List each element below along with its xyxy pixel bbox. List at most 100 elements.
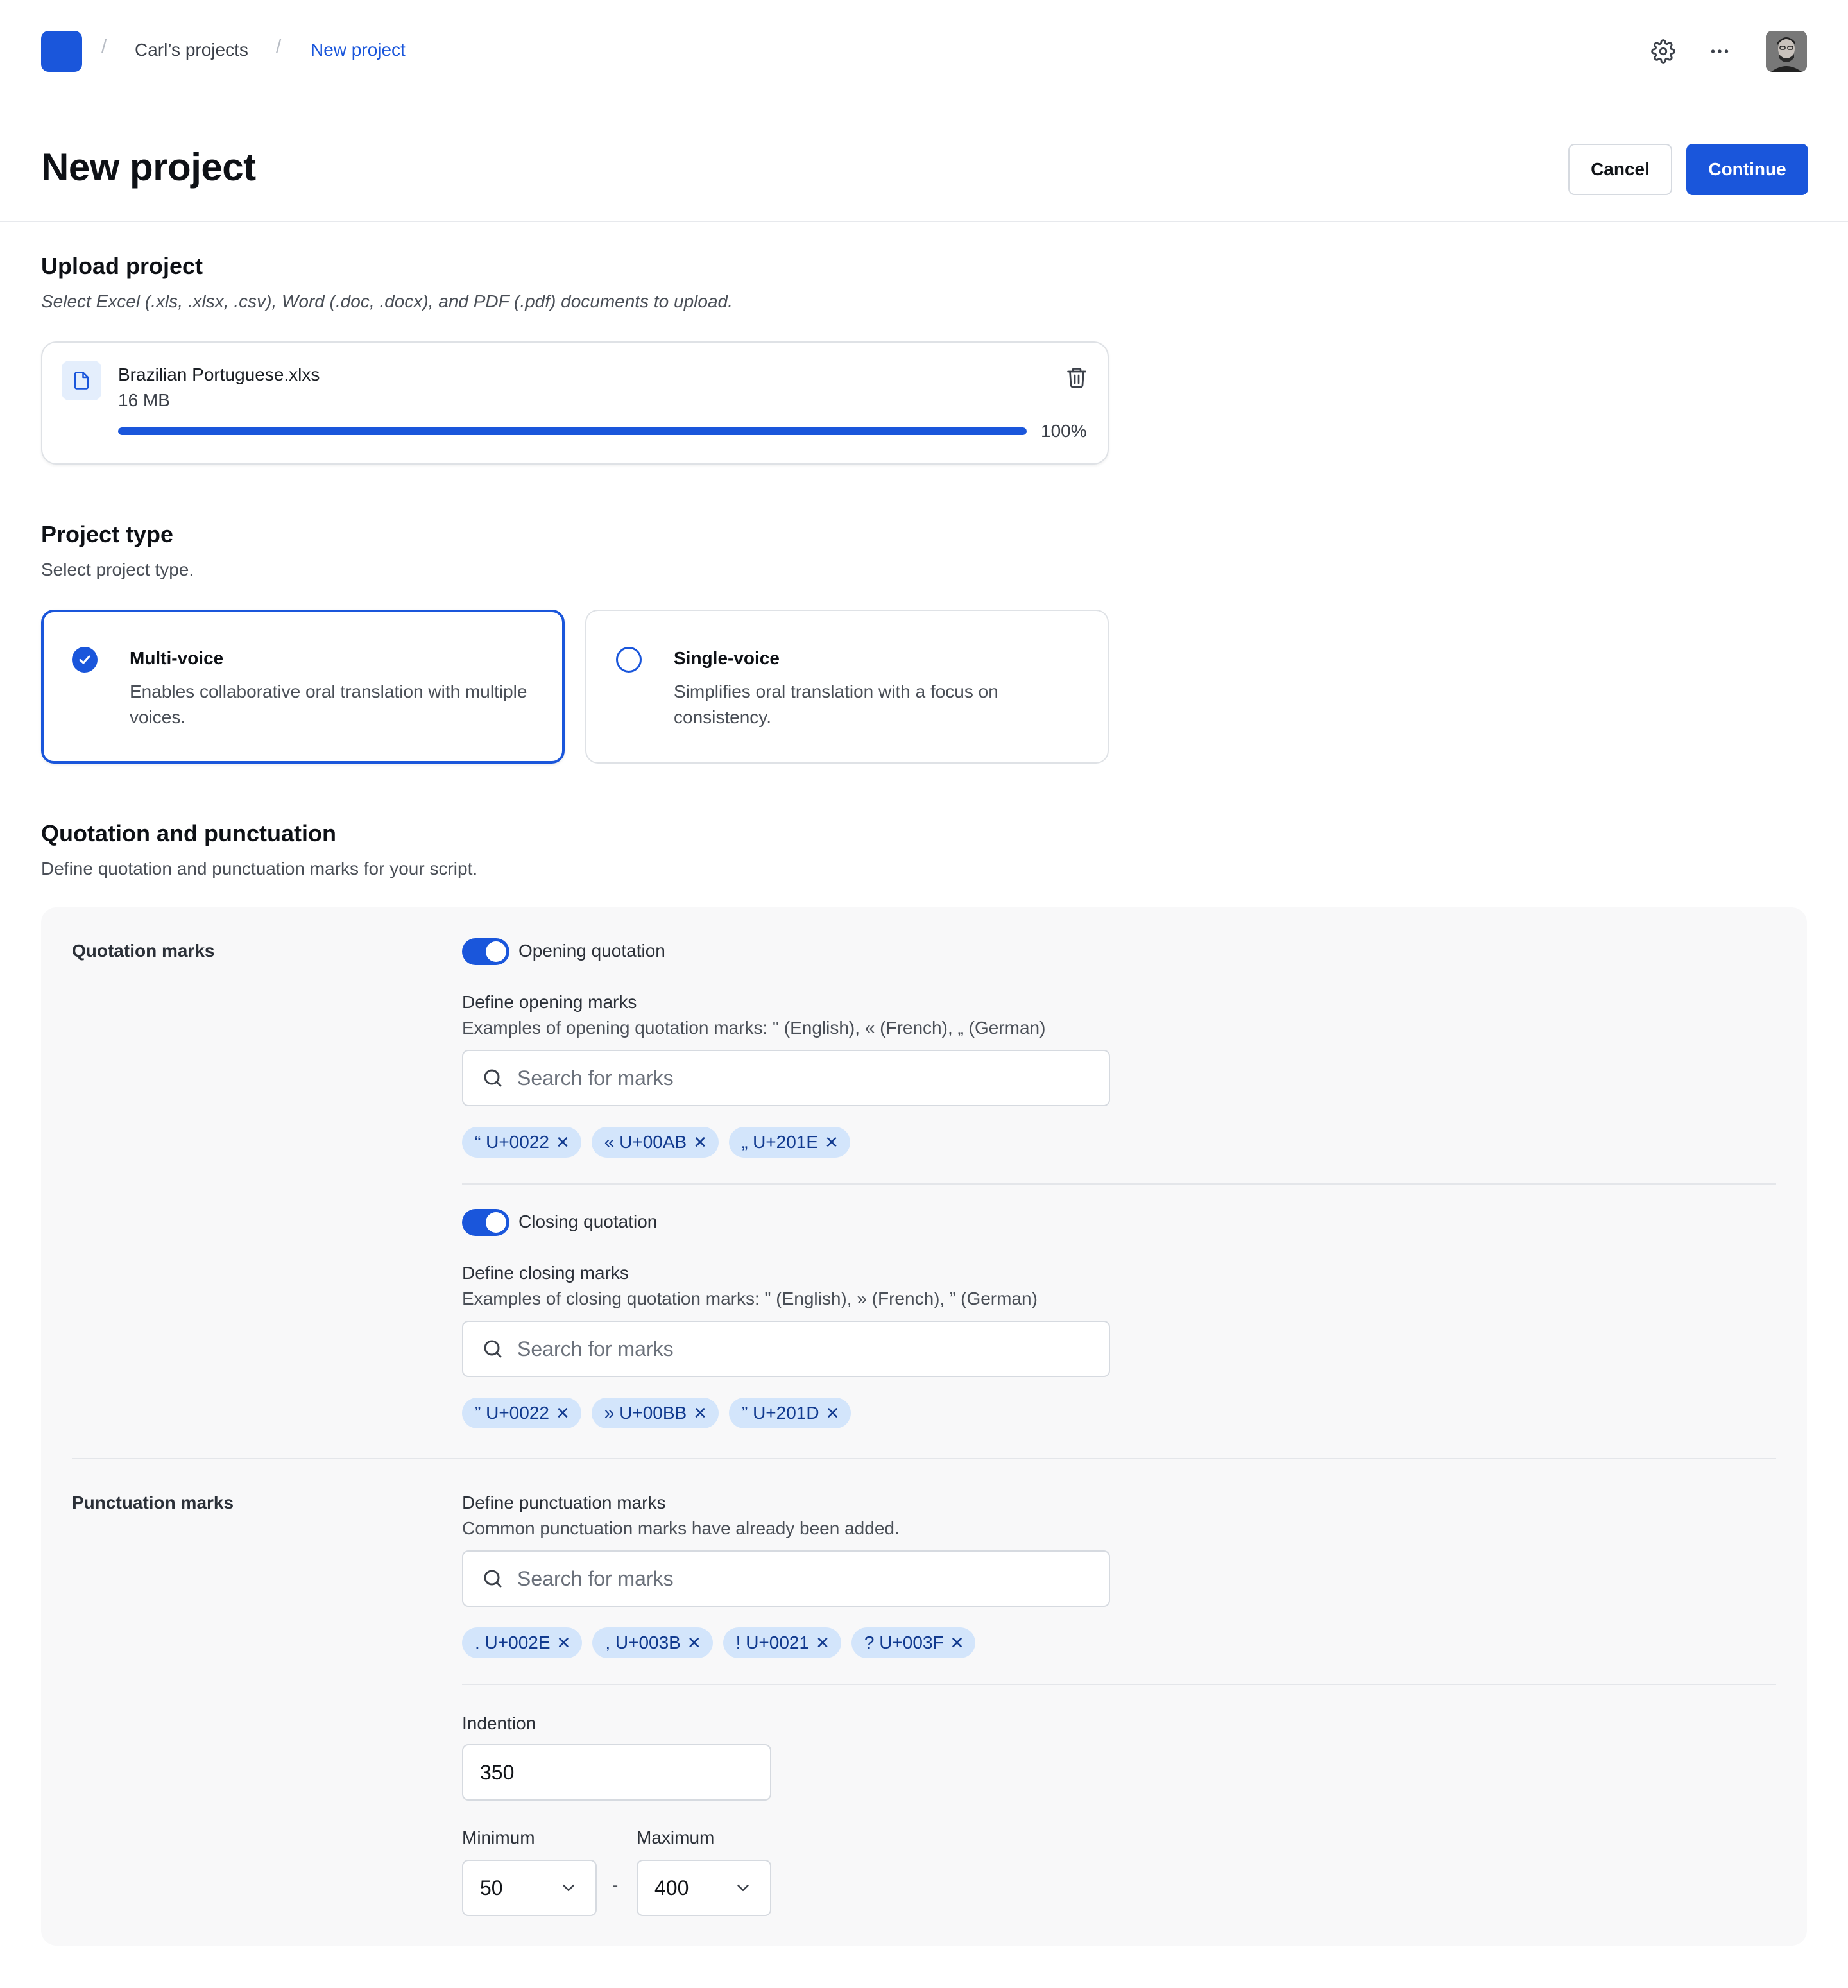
trash-icon[interactable] bbox=[1061, 362, 1092, 393]
chip-label: ” U+201D bbox=[741, 1403, 819, 1423]
maximum-select[interactable]: 400 bbox=[637, 1860, 771, 1916]
closing-marks-chips: ” U+0022 ✕ » U+00BB ✕ ” U+201D ✕ bbox=[462, 1398, 851, 1428]
search-icon bbox=[480, 1566, 506, 1591]
more-horizontal-icon[interactable] bbox=[1704, 36, 1735, 67]
mark-chip: „ U+201E ✕ bbox=[728, 1127, 850, 1158]
quotation-settings-panel: Quotation marks Opening quotation Define… bbox=[41, 907, 1807, 1946]
close-icon[interactable]: ✕ bbox=[693, 1403, 707, 1423]
upload-section-description: Select Excel (.xls, .xlsx, .csv), Word (… bbox=[41, 291, 733, 311]
close-icon[interactable]: ✕ bbox=[950, 1633, 964, 1653]
top-navigation: / Carl’s projects / New project bbox=[0, 0, 1848, 103]
project-type-single-voice[interactable]: Single-voice Simplifies oral translation… bbox=[585, 610, 1109, 764]
chip-label: ! U+0021 bbox=[735, 1632, 810, 1652]
mark-chip: ” U+201D ✕ bbox=[728, 1398, 851, 1428]
chip-label: . U+002E bbox=[475, 1632, 551, 1652]
minimum-label: Minimum bbox=[462, 1828, 535, 1847]
opening-marks-chips: “ U+0022 ✕ « U+00AB ✕ „ U+201E ✕ bbox=[462, 1127, 850, 1158]
close-icon[interactable]: ✕ bbox=[556, 1133, 570, 1153]
project-type-title: Single-voice bbox=[674, 648, 780, 668]
file-name: Brazilian Portuguese.xlxs bbox=[118, 364, 320, 384]
project-type-title: Multi-voice bbox=[130, 648, 224, 668]
closing-marks-search[interactable] bbox=[462, 1321, 1110, 1377]
punctuation-marks-search[interactable] bbox=[462, 1550, 1110, 1607]
close-icon[interactable]: ✕ bbox=[693, 1133, 707, 1153]
punctuation-marks-title: Define punctuation marks bbox=[462, 1493, 666, 1512]
closing-quotation-label: Closing quotation bbox=[518, 1212, 658, 1231]
section-divider bbox=[462, 1684, 1776, 1685]
close-icon[interactable]: ✕ bbox=[826, 1403, 840, 1423]
chevron-down-icon bbox=[558, 1878, 579, 1898]
close-icon[interactable]: ✕ bbox=[816, 1633, 830, 1653]
upload-progress-fill bbox=[118, 427, 1027, 435]
radio-button[interactable] bbox=[616, 647, 642, 673]
opening-quotation-toggle[interactable] bbox=[462, 938, 509, 965]
page-title: New project bbox=[41, 146, 256, 189]
project-type-description: Enables collaborative oral translation w… bbox=[130, 681, 527, 727]
header-divider bbox=[0, 221, 1848, 222]
mark-chip: ? U+003F ✕ bbox=[851, 1627, 976, 1658]
opening-marks-description: Examples of opening quotation marks: " (… bbox=[462, 1018, 1046, 1038]
uploaded-file-card: Brazilian Portuguese.xlxs 16 MB 100% bbox=[41, 341, 1109, 465]
quotation-section-title: Quotation and punctuation bbox=[41, 820, 336, 846]
maximum-value: 400 bbox=[654, 1876, 689, 1899]
project-type-title: Project type bbox=[41, 521, 174, 547]
chip-label: « U+00AB bbox=[604, 1132, 687, 1152]
chip-label: , U+003B bbox=[605, 1632, 681, 1652]
project-type-description: Simplifies oral translation with a focus… bbox=[674, 681, 998, 727]
opening-quotation-label: Opening quotation bbox=[518, 941, 665, 961]
check-icon[interactable] bbox=[72, 647, 98, 673]
upload-progress-percent: 100% bbox=[1041, 421, 1087, 441]
closing-marks-description: Examples of closing quotation marks: " (… bbox=[462, 1289, 1038, 1308]
opening-marks-search[interactable] bbox=[462, 1050, 1110, 1106]
breadcrumb-separator: / bbox=[101, 36, 107, 57]
minimum-select[interactable]: 50 bbox=[462, 1860, 597, 1916]
cancel-button[interactable]: Cancel bbox=[1568, 144, 1672, 195]
gear-icon[interactable] bbox=[1648, 36, 1679, 67]
search-input[interactable] bbox=[517, 1051, 1095, 1105]
project-type-multi-voice[interactable]: Multi-voice Enables collaborative oral t… bbox=[41, 610, 565, 764]
mark-chip: « U+00AB ✕ bbox=[591, 1127, 719, 1158]
mark-chip: “ U+0022 ✕ bbox=[462, 1127, 581, 1158]
indention-field[interactable] bbox=[462, 1744, 771, 1801]
close-icon[interactable]: ✕ bbox=[825, 1133, 839, 1153]
continue-button[interactable]: Continue bbox=[1686, 144, 1808, 195]
app-logo[interactable] bbox=[41, 31, 82, 72]
chip-label: ? U+003F bbox=[864, 1632, 944, 1652]
avatar[interactable] bbox=[1766, 31, 1807, 72]
section-divider bbox=[72, 1458, 1776, 1459]
quotation-section-description: Define quotation and punctuation marks f… bbox=[41, 859, 478, 878]
punctuation-marks-chips: . U+002E ✕ , U+003B ✕ ! U+0021 ✕ ? U+003F ✕ bbox=[462, 1627, 976, 1658]
search-icon bbox=[480, 1336, 506, 1362]
maximum-label: Maximum bbox=[637, 1828, 715, 1847]
indention-input[interactable] bbox=[480, 1745, 608, 1799]
breadcrumb-separator: / bbox=[276, 36, 282, 57]
search-input[interactable] bbox=[517, 1552, 1095, 1606]
punctuation-marks-label: Punctuation marks bbox=[72, 1493, 234, 1512]
mark-chip: ! U+0021 ✕ bbox=[723, 1627, 841, 1658]
chip-label: » U+00BB bbox=[604, 1403, 687, 1423]
chip-label: „ U+201E bbox=[741, 1132, 819, 1152]
breadcrumb-new-project[interactable]: New project bbox=[311, 40, 406, 60]
search-input[interactable] bbox=[517, 1322, 1095, 1376]
toggle-knob bbox=[486, 941, 506, 962]
file-icon bbox=[62, 361, 101, 400]
minimum-value: 50 bbox=[480, 1876, 503, 1899]
project-type-description: Select project type. bbox=[41, 560, 194, 579]
upload-section-title: Upload project bbox=[41, 253, 203, 279]
close-icon[interactable]: ✕ bbox=[556, 1403, 570, 1423]
upload-progress-bar bbox=[118, 427, 1027, 435]
punctuation-marks-description: Common punctuation marks have already be… bbox=[462, 1518, 900, 1538]
opening-marks-title: Define opening marks bbox=[462, 992, 637, 1012]
mark-chip: , U+003B ✕ bbox=[592, 1627, 713, 1658]
section-divider bbox=[462, 1183, 1776, 1185]
chevron-down-icon bbox=[733, 1878, 753, 1898]
close-icon[interactable]: ✕ bbox=[557, 1633, 571, 1653]
closing-marks-title: Define closing marks bbox=[462, 1263, 629, 1283]
breadcrumb-carls-projects[interactable]: Carl’s projects bbox=[135, 40, 248, 60]
mark-chip: . U+002E ✕ bbox=[462, 1627, 583, 1658]
chip-label: ” U+0022 bbox=[475, 1403, 549, 1423]
range-separator: - bbox=[612, 1875, 619, 1895]
search-icon bbox=[480, 1065, 506, 1091]
closing-quotation-toggle[interactable] bbox=[462, 1209, 509, 1236]
close-icon[interactable]: ✕ bbox=[687, 1633, 701, 1653]
